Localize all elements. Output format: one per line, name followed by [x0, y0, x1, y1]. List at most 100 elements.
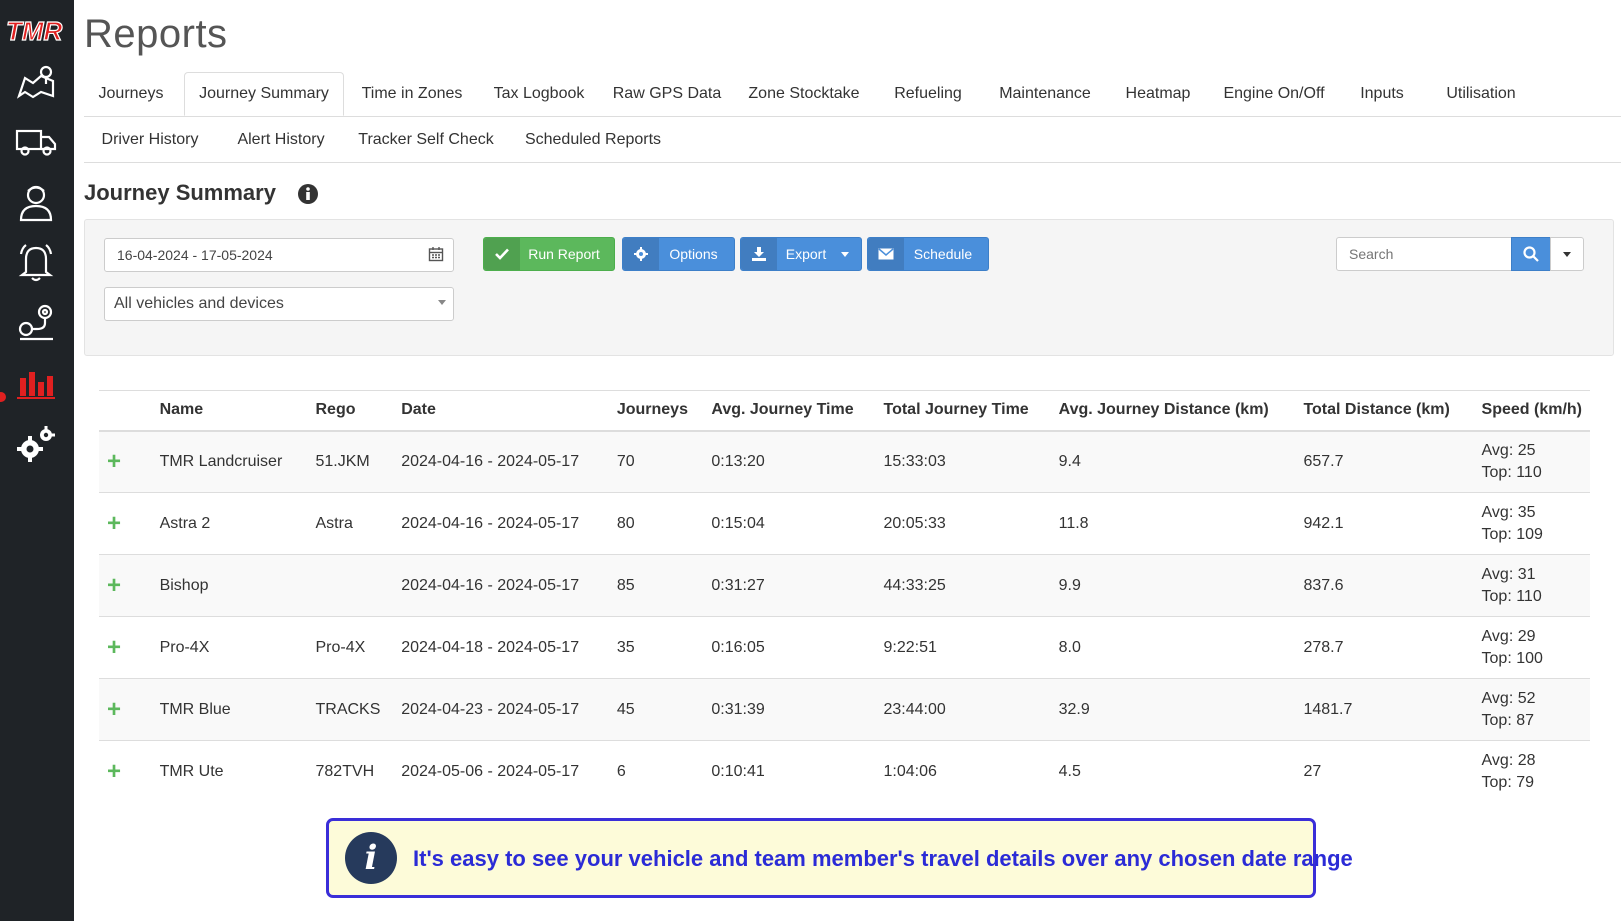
expand-row-icon[interactable]: + [107, 634, 121, 661]
cell-total-dist: 27 [1295, 740, 1474, 803]
expand-row-icon[interactable]: + [107, 696, 121, 723]
tab-raw-gps-data[interactable]: Raw GPS Data [602, 72, 732, 116]
info-icon[interactable] [297, 183, 319, 205]
tab-heatmap[interactable]: Heatmap [1110, 72, 1206, 116]
cell-date: 2024-04-16 - 2024-05-17 [393, 492, 609, 555]
search-options-dropdown[interactable] [1550, 237, 1584, 271]
schedule-button[interactable]: Schedule [867, 237, 989, 271]
cell-date: 2024-04-16 - 2024-05-17 [393, 430, 609, 493]
expand-cell: + [99, 554, 152, 617]
cell-avg-dist: 32.9 [1050, 678, 1296, 741]
table-header-row: Name Rego Date Journeys Avg. Journey Tim… [99, 390, 1590, 432]
search-input[interactable] [1336, 237, 1512, 271]
info-icon: i [345, 832, 397, 884]
tab-scheduled-reports[interactable]: Scheduled Reports [510, 118, 676, 162]
col-total-distance[interactable]: Total Distance (km) [1295, 390, 1474, 432]
cell-avg-time: 0:10:41 [703, 740, 876, 803]
cell-total-dist: 942.1 [1295, 492, 1474, 555]
cell-total-time: 44:33:25 [875, 554, 1051, 617]
cell-avg-dist: 4.5 [1050, 740, 1296, 803]
table-row[interactable]: + TMR Ute 782TVH 2024-05-06 - 2024-05-17 6 0:… [99, 740, 1590, 803]
active-indicator [0, 392, 6, 402]
expand-row-icon[interactable]: + [107, 572, 121, 599]
speed-top: Top: 87 [1481, 711, 1535, 729]
tab-tax-logbook[interactable]: Tax Logbook [480, 72, 598, 116]
envelope-icon [868, 238, 904, 270]
col-total-journey-time[interactable]: Total Journey Time [875, 390, 1051, 432]
cell-avg-time: 0:31:27 [703, 554, 876, 617]
cell-total-dist: 278.7 [1295, 616, 1474, 679]
cell-name: Pro-4X [151, 616, 308, 679]
bar-chart-icon[interactable] [12, 358, 60, 406]
expand-row-icon[interactable]: + [107, 510, 121, 537]
run-report-label: Run Report [528, 246, 600, 262]
tab-alert-history[interactable]: Alert History [220, 118, 342, 162]
tab-journey-summary[interactable]: Journey Summary [184, 72, 344, 116]
col-journeys[interactable]: Journeys [608, 390, 704, 432]
cell-date: 2024-04-23 - 2024-05-17 [393, 678, 609, 741]
col-date[interactable]: Date [393, 390, 609, 432]
run-report-button[interactable]: Run Report [483, 237, 615, 271]
search-button[interactable] [1511, 237, 1551, 271]
table-row[interactable]: + Astra 2 Astra 2024-04-16 - 2024-05-17 80 0:… [99, 492, 1590, 555]
cell-journeys: 85 [608, 554, 704, 617]
speed-top: Top: 110 [1481, 587, 1542, 605]
truck-icon[interactable] [12, 118, 60, 166]
cell-name: Bishop [151, 554, 308, 617]
speed-avg: Avg: 25 [1481, 441, 1536, 459]
tab-maintenance[interactable]: Maintenance [984, 72, 1106, 116]
speed-top: Top: 110 [1481, 463, 1542, 481]
cell-total-dist: 657.7 [1295, 430, 1474, 493]
cell-speed: Avg: 25 Top: 110 [1473, 430, 1590, 493]
info-banner: i It's easy to see your vehicle and team… [326, 818, 1353, 898]
tab-time-in-zones[interactable]: Time in Zones [348, 72, 476, 116]
date-range-input[interactable]: 16-04-2024 - 17-05-2024 [104, 238, 454, 272]
cell-speed: Avg: 52 Top: 87 [1473, 678, 1590, 741]
driver-icon[interactable] [12, 178, 60, 226]
col-expand [99, 390, 152, 432]
tab-driver-history[interactable]: Driver History [84, 118, 216, 162]
table-row[interactable]: + TMR Landcruiser 51.JKM 2024-04-16 - 2024-… [99, 430, 1590, 493]
table-body: + TMR Landcruiser 51.JKM 2024-04-16 - 2024-… [99, 430, 1590, 803]
tab-utilisation[interactable]: Utilisation [1426, 72, 1536, 116]
gears-icon[interactable] [12, 420, 60, 468]
tab-refueling[interactable]: Refueling [876, 72, 980, 116]
route-pin-icon[interactable] [12, 298, 60, 346]
bell-icon[interactable] [12, 238, 60, 286]
search-icon [1523, 246, 1539, 262]
map-icon[interactable] [12, 58, 60, 106]
expand-row-icon[interactable]: + [107, 448, 121, 475]
table-row[interactable]: + Bishop 2024-04-16 - 2024-05-17 85 0:31:27 4… [99, 554, 1590, 617]
cell-total-dist: 1481.7 [1295, 678, 1474, 741]
cell-speed: Avg: 31 Top: 110 [1473, 554, 1590, 617]
col-speed[interactable]: Speed (km/h) [1473, 390, 1590, 432]
tab-journeys[interactable]: Journeys [84, 72, 178, 116]
calendar-icon[interactable] [428, 246, 444, 262]
col-name[interactable]: Name [151, 390, 308, 432]
col-avg-journey-time[interactable]: Avg. Journey Time [703, 390, 876, 432]
tmr-logo[interactable]: TMR [4, 14, 70, 48]
tab-zone-stocktake[interactable]: Zone Stocktake [736, 72, 872, 116]
cell-total-time: 23:44:00 [875, 678, 1051, 741]
speed-top: Top: 100 [1481, 649, 1543, 667]
report-tabs: Journeys Journey Summary Time in Zones T… [84, 72, 1621, 163]
cell-journeys: 70 [608, 430, 704, 493]
cell-rego [307, 554, 394, 617]
export-caret-icon [841, 251, 849, 257]
export-button[interactable]: Export [740, 237, 862, 271]
table-row[interactable]: + Pro-4X Pro-4X 2024-04-18 - 2024-05-17 35 0:… [99, 616, 1590, 679]
col-rego[interactable]: Rego [307, 390, 394, 432]
speed-avg: Avg: 29 [1481, 627, 1536, 645]
cell-avg-dist: 9.4 [1050, 430, 1296, 493]
tab-inputs[interactable]: Inputs [1342, 72, 1422, 116]
cell-rego: TRACKS [307, 678, 394, 741]
tab-engine-on-off[interactable]: Engine On/Off [1210, 72, 1338, 116]
table-row[interactable]: + TMR Blue TRACKS 2024-04-23 - 2024-05-17 45… [99, 678, 1590, 741]
options-button[interactable]: Options [622, 237, 735, 271]
expand-row-icon[interactable]: + [107, 758, 121, 785]
tab-tracker-self-check[interactable]: Tracker Self Check [346, 118, 506, 162]
vehicle-select[interactable]: All vehicles and devices [104, 287, 454, 321]
chevron-down-icon [438, 300, 446, 305]
col-avg-journey-distance[interactable]: Avg. Journey Distance (km) [1050, 390, 1296, 432]
tab-row-divider [84, 116, 1621, 117]
